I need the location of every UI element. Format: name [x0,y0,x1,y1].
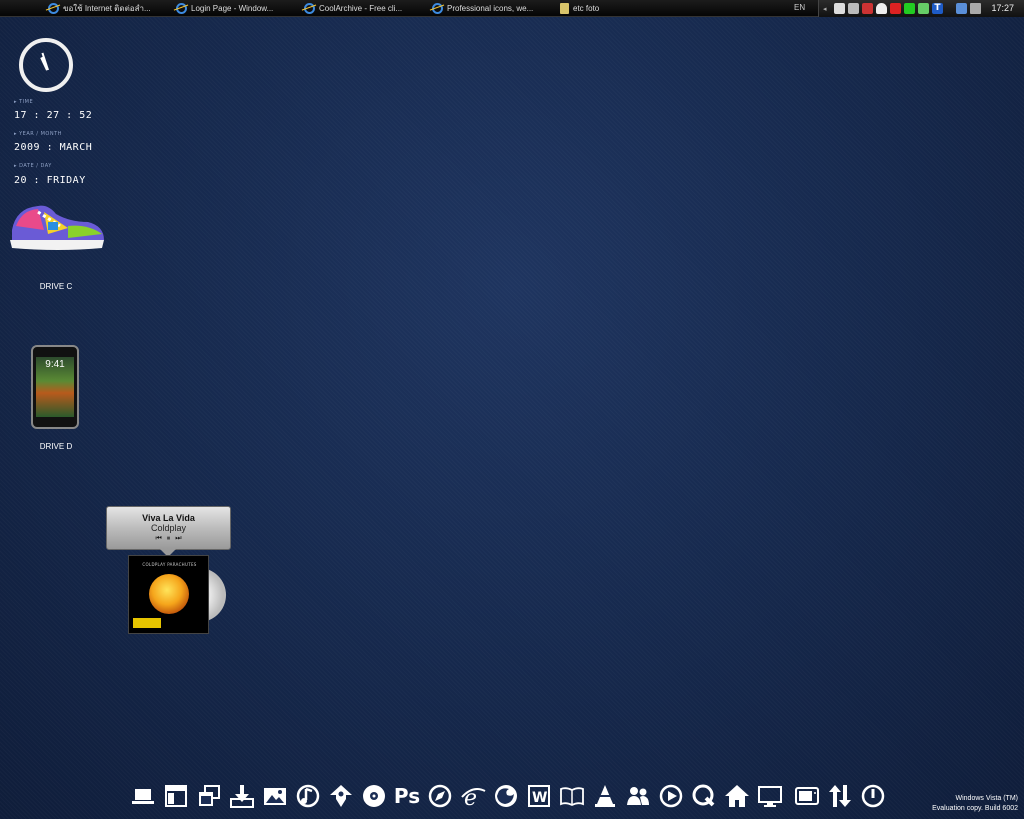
ie-icon [176,3,187,14]
flame-icon[interactable] [876,3,887,14]
windows-stack-icon[interactable] [194,781,224,811]
playback-controls: ⏮ ⏸ ⏭ [107,534,230,543]
pause-button[interactable]: ⏸ [167,534,171,543]
ie-icon [304,3,315,14]
task-button-5[interactable]: etc foto [556,0,656,17]
tray-clock[interactable]: 17:27 [991,3,1014,13]
shield-icon[interactable] [834,3,845,14]
iphone-icon: 9:41 [31,345,79,429]
now-playing-panel: Viva La Vida Coldplay ⏮ ⏸ ⏭ [106,506,231,550]
task-button-1[interactable]: ขอใช้ Internet ติดต่อสำ... [44,0,172,17]
transfer-icon[interactable] [825,781,855,811]
compass-icon[interactable] [425,781,455,811]
cd-icon[interactable] [359,781,389,811]
monitor-icon[interactable] [755,781,785,811]
task-label: ขอใช้ Internet ติดต่อสำ... [63,4,151,13]
vlc-icon[interactable] [590,781,620,811]
phone-time: 9:41 [45,359,65,370]
album-badge [133,618,161,628]
task-label: CoolArchive - Free cli... [319,4,403,13]
no-entry-icon[interactable] [890,3,901,14]
tv-icon[interactable] [792,781,822,811]
watermark-line-1: Windows Vista (TM) [955,795,1019,802]
music-note-icon[interactable] [293,781,323,811]
home-icon[interactable] [722,781,752,811]
sneaker-icon [10,205,104,250]
task-label: Login Page - Window... [191,4,274,13]
firefox-icon[interactable] [491,781,521,811]
pencil-icon[interactable] [918,3,929,14]
taskbar: ขอใช้ Internet ติดต่อสำ... Login Page - … [0,0,1024,17]
folder-icon [560,3,569,14]
drive-c-label: DRIVE C [39,282,73,291]
track-title: Viva La Vida [142,513,195,523]
antivirus-icon[interactable] [862,3,873,14]
task-button-2[interactable]: Login Page - Window... [172,0,300,17]
date-day-label: ▸ DATE / DAY [14,163,52,169]
play-icon[interactable] [656,781,686,811]
album-cover[interactable]: COLDPLAY PARACHUTES [128,555,209,634]
analog-clock [19,38,73,92]
dock-bar: Ps e W [128,780,888,812]
internet-explorer-icon[interactable]: e [458,781,488,811]
word-icon[interactable]: W [524,781,554,811]
language-indicator[interactable]: EN [794,3,805,12]
time-value: 17 : 27 : 52 [14,110,93,121]
watermark-line-2: Evaluation copy. Build 6002 [932,805,1018,812]
word-label: W [532,790,547,806]
volume-icon[interactable] [970,3,981,14]
book-icon[interactable] [557,781,587,811]
drive-d-label: DRIVE D [39,442,73,451]
task-label: etc foto [573,4,600,13]
task-button-4[interactable]: Professional icons, we... [428,0,556,17]
os-watermark: Windows Vista (TM) Evaluation copy. Buil… [932,794,1018,814]
task-button-3[interactable]: CoolArchive - Free cli... [300,0,428,17]
time-label: ▸ TIME [14,99,34,105]
download-icon[interactable] [227,781,257,811]
tray-expand-icon[interactable]: ◂ [823,5,831,13]
picture-icon[interactable] [260,781,290,811]
window-icon[interactable] [161,781,191,811]
ie-icon [432,3,443,14]
year-month-value: 2009 : MARCH [14,142,93,153]
network-icon[interactable] [848,3,859,14]
ie-icon [48,3,59,14]
next-button[interactable]: ⏭ [175,534,181,543]
album-planet-art [149,574,189,614]
phone-screen: 9:41 [36,357,74,417]
track-artist: Coldplay [150,523,187,533]
laptop-icon[interactable] [128,781,158,811]
quicktime-icon[interactable] [689,781,719,811]
flag-icon[interactable] [904,3,915,14]
users-icon[interactable] [623,781,653,811]
monitor-icon[interactable] [956,3,967,14]
task-buttons: ขอใช้ Internet ติดต่อสำ... Login Page - … [44,0,656,17]
previous-button[interactable]: ⏮ [155,534,161,543]
system-tray: ◂ T 17:27 [818,0,1024,17]
task-label: Professional icons, we... [447,4,534,13]
album-caption: COLDPLAY PARACHUTES [142,562,197,567]
power-icon[interactable] [858,781,888,811]
photoshop-label: Ps [393,784,421,808]
date-day-value: 20 : FRIDAY [14,175,86,186]
photoshop-icon[interactable]: Ps [392,781,422,811]
year-month-label: ▸ YEAR / MONTH [14,131,62,137]
t-icon[interactable]: T [932,3,943,14]
inkscape-icon[interactable] [326,781,356,811]
